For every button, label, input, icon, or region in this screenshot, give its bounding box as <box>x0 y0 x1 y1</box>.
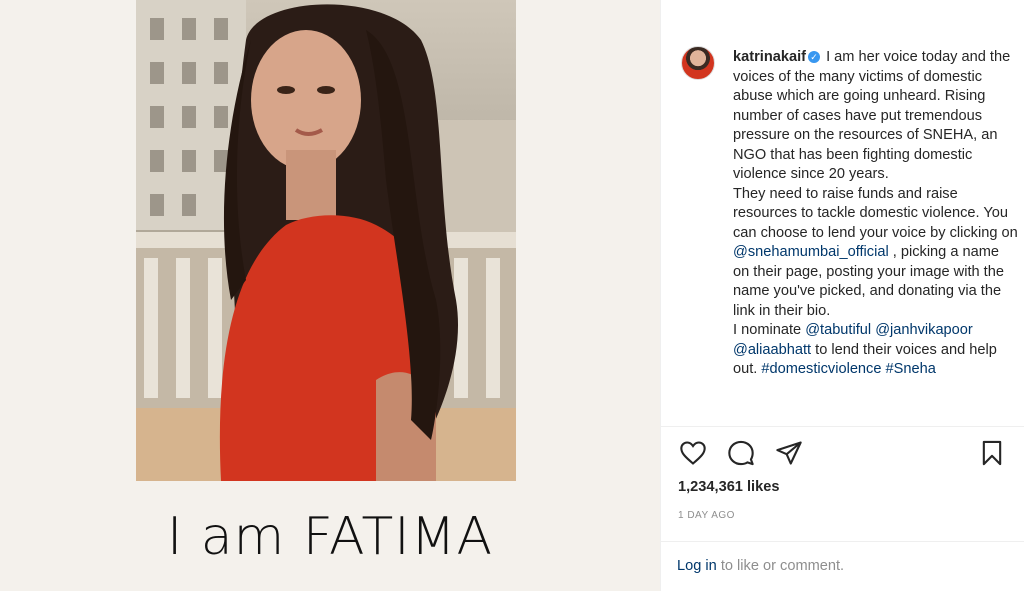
mention-link[interactable]: @snehamumbai_official <box>733 244 889 260</box>
login-prompt: Log in to like or comment. <box>677 558 844 574</box>
mention-link[interactable]: @tabutiful <box>805 322 871 338</box>
avatar[interactable] <box>681 46 715 80</box>
caption-segment: They need to raise funds and raise resou… <box>733 185 1018 241</box>
paper-plane-icon[interactable] <box>775 439 803 467</box>
post-photo <box>136 0 516 481</box>
comment-icon[interactable] <box>727 439 755 467</box>
username-link[interactable]: katrinakaif <box>733 49 806 65</box>
caption-area: katrinakaif ✓ I am her voice today and th… <box>675 42 1020 426</box>
caption-segment: I am her voice today and the voices of t… <box>733 49 1011 182</box>
caption-text: katrinakaif ✓ I am her voice today and th… <box>733 48 1018 380</box>
login-prompt-rest: to like or comment. <box>716 558 845 574</box>
login-link[interactable]: Log in <box>677 558 717 574</box>
bookmark-icon[interactable] <box>978 439 1006 467</box>
caption-segment: I nominate <box>733 322 806 338</box>
image-caption-text: I am FATIMA <box>166 507 494 567</box>
portrait-illustration <box>136 0 516 481</box>
mention-link[interactable]: @aliaabhatt <box>733 342 811 358</box>
login-bar: Log in to like or comment. <box>660 541 1024 592</box>
post-timestamp[interactable]: 1 DAY AGO <box>678 510 735 521</box>
post-side-panel: katrinakaif ✓ I am her voice today and th… <box>660 0 1024 591</box>
action-bar <box>660 426 1024 477</box>
post-media: I am FATIMA <box>0 0 660 591</box>
heart-icon[interactable] <box>679 439 707 467</box>
hashtag-link[interactable]: #domesticviolence <box>761 361 881 377</box>
likes-count[interactable]: 1,234,361 likes <box>678 479 779 495</box>
verified-badge-icon: ✓ <box>808 51 821 63</box>
caption-body: I am her voice today and the voices of t… <box>733 49 1018 377</box>
mention-link[interactable]: @janhvikapoor <box>875 322 973 338</box>
hashtag-link[interactable]: #Sneha <box>886 361 936 377</box>
